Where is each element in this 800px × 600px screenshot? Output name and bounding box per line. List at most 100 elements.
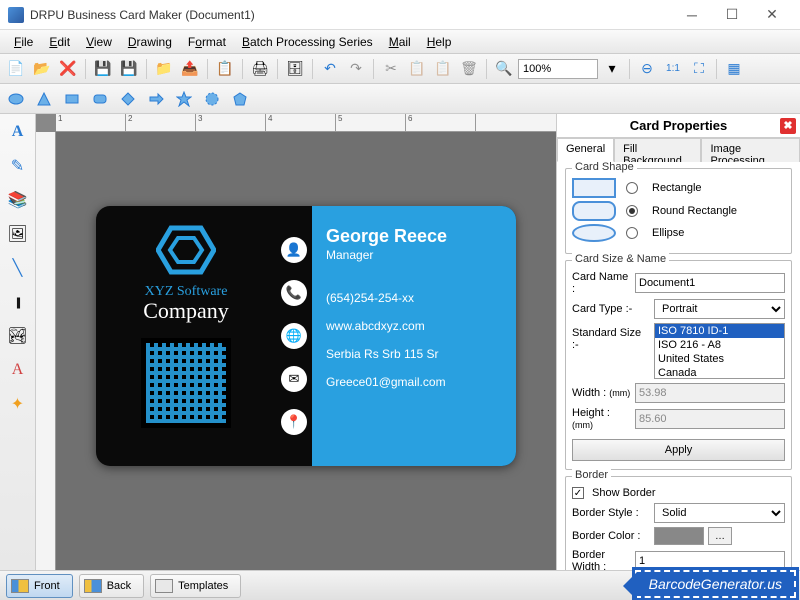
fit-button[interactable]: ⛶ bbox=[687, 57, 711, 81]
new-button[interactable]: 📄 bbox=[4, 57, 28, 81]
close-button[interactable]: ✕ bbox=[752, 1, 792, 29]
database-button[interactable]: 🗄 bbox=[283, 57, 307, 81]
ruler-mark: 6 bbox=[406, 114, 476, 131]
person-icon: 👤 bbox=[281, 237, 307, 263]
ellipse-radio[interactable] bbox=[626, 227, 638, 239]
image-tool-button[interactable]: 🖼 bbox=[4, 220, 32, 248]
open-button[interactable]: 📂 bbox=[30, 57, 54, 81]
library-tool-button[interactable]: 📚 bbox=[4, 186, 32, 214]
zoom-in-button[interactable]: 🔍 bbox=[492, 57, 516, 81]
contact-phone[interactable]: (654)254-254-xx bbox=[326, 291, 502, 305]
front-tab[interactable]: Front bbox=[6, 574, 73, 598]
arrow-shape-button[interactable] bbox=[144, 87, 168, 111]
save-button[interactable]: 💾 bbox=[91, 57, 115, 81]
saveas-button[interactable]: 💾 bbox=[117, 57, 141, 81]
menu-help[interactable]: Help bbox=[419, 33, 460, 51]
textfx-tool-button[interactable]: A bbox=[4, 356, 32, 384]
menu-mail[interactable]: Mail bbox=[381, 33, 419, 51]
picture-tool-button[interactable]: 🏞 bbox=[4, 322, 32, 350]
width-label: Width : (mm) bbox=[572, 387, 631, 399]
standard-size-listbox[interactable]: ISO 7810 ID-1 ISO 216 - A8 United States… bbox=[654, 323, 785, 379]
tab-fill-background[interactable]: Fill Background bbox=[614, 138, 701, 162]
undo-button[interactable]: ↶ bbox=[318, 57, 342, 81]
paste-button[interactable]: 📋 bbox=[431, 57, 455, 81]
rectangle-label: Rectangle bbox=[652, 182, 702, 194]
border-color-picker-button[interactable]: … bbox=[708, 527, 732, 545]
qr-code[interactable] bbox=[141, 338, 231, 428]
menu-file[interactable]: File bbox=[6, 33, 41, 51]
minimize-button[interactable]: ─ bbox=[672, 1, 712, 29]
ellipse-shape-button[interactable] bbox=[4, 87, 28, 111]
plugin-tool-button[interactable]: ✦ bbox=[4, 390, 32, 418]
templates-tab[interactable]: Templates bbox=[150, 574, 241, 598]
rectangle-thumb[interactable] bbox=[572, 178, 616, 198]
contact-email[interactable]: Greece01@gmail.com bbox=[326, 375, 502, 389]
triangle-shape-button[interactable] bbox=[32, 87, 56, 111]
card-shape-group: Card Shape Rectangle Round Rectangle Ell… bbox=[565, 168, 792, 254]
delete-button[interactable]: 🗑 bbox=[457, 57, 481, 81]
tab-general[interactable]: General bbox=[557, 138, 614, 162]
border-color-swatch[interactable] bbox=[654, 527, 704, 545]
card-type-select[interactable]: Portrait bbox=[654, 299, 785, 319]
copy-button[interactable]: 📋 bbox=[405, 57, 429, 81]
std-option[interactable]: Canada bbox=[655, 366, 784, 379]
contact-name[interactable]: George Reece bbox=[326, 226, 502, 247]
business-card[interactable]: XYZ Software Company 👤 📞 🌐 ✉ 📍 George Re… bbox=[96, 206, 516, 466]
print-button[interactable]: 🖨 bbox=[248, 57, 272, 81]
maximize-button[interactable]: ☐ bbox=[712, 1, 752, 29]
redo-button[interactable]: ↷ bbox=[344, 57, 368, 81]
card-name-input[interactable] bbox=[635, 273, 785, 293]
vertical-ruler bbox=[36, 132, 56, 570]
contact-address[interactable]: Serbia Rs Srb 115 Sr bbox=[326, 347, 502, 361]
std-option[interactable]: ISO 216 - A8 bbox=[655, 338, 784, 352]
zoom-dropdown[interactable]: ▾ bbox=[600, 57, 624, 81]
tab-image-processing[interactable]: Image Processing bbox=[701, 138, 800, 162]
menu-batch[interactable]: Batch Processing Series bbox=[234, 33, 381, 51]
company-name-bottom[interactable]: Company bbox=[143, 298, 229, 324]
menu-edit[interactable]: Edit bbox=[41, 33, 78, 51]
roundrect-shape-button[interactable] bbox=[88, 87, 112, 111]
diamond-shape-button[interactable] bbox=[116, 87, 140, 111]
properties-close-button[interactable]: ✖ bbox=[780, 118, 796, 134]
card-size-legend: Card Size & Name bbox=[572, 253, 669, 265]
import-button[interactable]: 📁 bbox=[152, 57, 176, 81]
close-doc-button[interactable]: ❌ bbox=[56, 57, 80, 81]
export-button[interactable]: 📤 bbox=[178, 57, 202, 81]
zoom-input[interactable] bbox=[518, 59, 598, 79]
doc-button[interactable]: 📋 bbox=[213, 57, 237, 81]
round-rect-radio[interactable] bbox=[626, 205, 638, 217]
round-rect-thumb[interactable] bbox=[572, 201, 616, 221]
signature-tool-button[interactable]: ✎ bbox=[4, 152, 32, 180]
border-width-input[interactable] bbox=[635, 551, 785, 570]
menu-view[interactable]: View bbox=[78, 33, 120, 51]
hexagon-logo-icon[interactable] bbox=[156, 224, 216, 276]
zoom-out-button[interactable]: ⊖ bbox=[635, 57, 659, 81]
apply-button[interactable]: Apply bbox=[572, 439, 785, 461]
show-border-checkbox[interactable]: ✓ bbox=[572, 487, 584, 499]
text-tool-button[interactable]: A bbox=[4, 118, 32, 146]
properties-body: Card Shape Rectangle Round Rectangle Ell… bbox=[557, 162, 800, 570]
rectangle-radio[interactable] bbox=[626, 182, 638, 194]
actual-size-button[interactable]: 1:1 bbox=[661, 57, 685, 81]
card-type-label: Card Type :- bbox=[572, 303, 650, 315]
cut-button[interactable]: ✂ bbox=[379, 57, 403, 81]
star-shape-button[interactable] bbox=[172, 87, 196, 111]
std-option[interactable]: United States bbox=[655, 352, 784, 366]
canvas[interactable]: XYZ Software Company 👤 📞 🌐 ✉ 📍 George Re… bbox=[56, 132, 556, 570]
barcode-tool-button[interactable]: ||| bbox=[4, 288, 32, 316]
grid-button[interactable]: ▦ bbox=[722, 57, 746, 81]
menu-drawing[interactable]: Drawing bbox=[120, 33, 180, 51]
ruler-mark: 5 bbox=[336, 114, 406, 131]
back-tab[interactable]: Back bbox=[79, 574, 144, 598]
menu-format[interactable]: Format bbox=[180, 33, 234, 51]
ellipse-thumb[interactable] bbox=[572, 224, 616, 242]
burst-shape-button[interactable] bbox=[200, 87, 224, 111]
contact-website[interactable]: www.abcdxyz.com bbox=[326, 319, 502, 333]
border-style-select[interactable]: Solid bbox=[654, 503, 785, 523]
polygon-shape-button[interactable] bbox=[228, 87, 252, 111]
rect-shape-button[interactable] bbox=[60, 87, 84, 111]
canvas-area: 123456 XYZ Software Company 👤 📞 🌐 ✉ bbox=[36, 114, 556, 570]
contact-role[interactable]: Manager bbox=[326, 248, 502, 262]
line-tool-button[interactable]: ╲ bbox=[4, 254, 32, 282]
std-option[interactable]: ISO 7810 ID-1 bbox=[655, 324, 784, 338]
